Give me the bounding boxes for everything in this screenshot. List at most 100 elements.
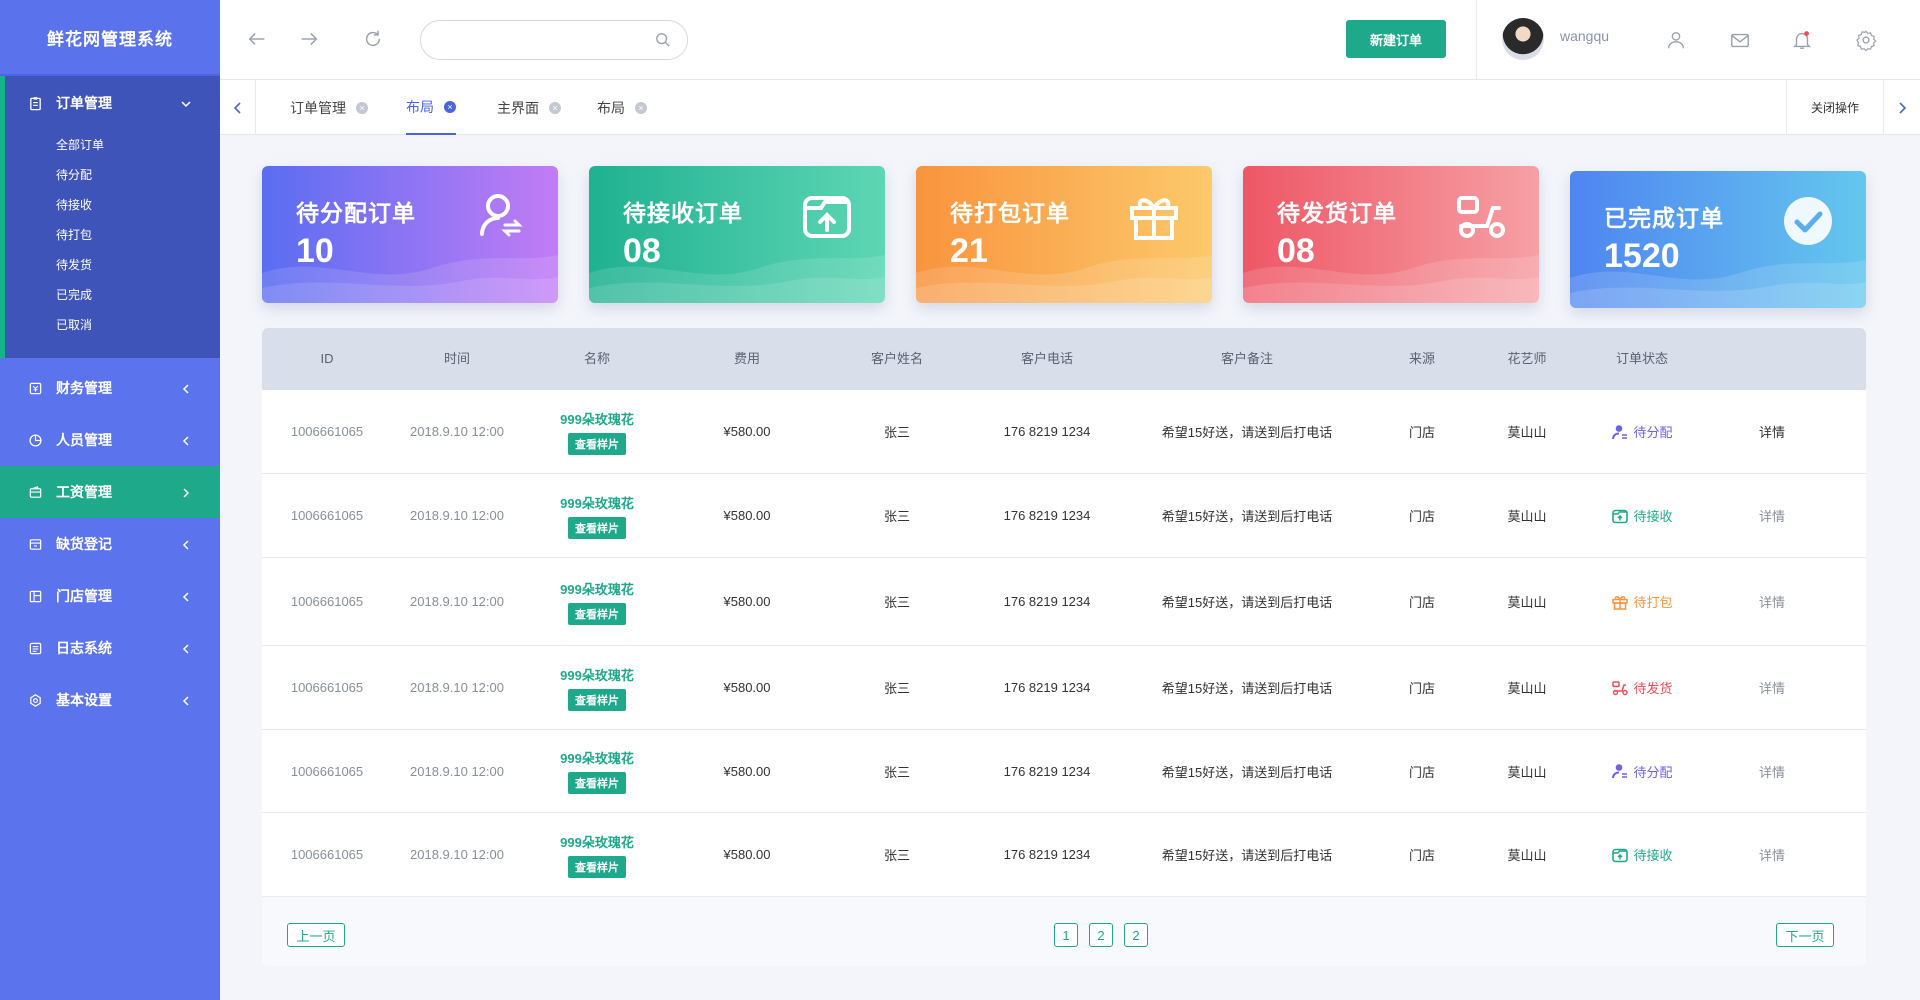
- cell-name: 999朵玫瑰花 查看样片: [522, 730, 672, 812]
- sidebar-subitem-completed[interactable]: 已完成: [5, 280, 220, 310]
- scooter-icon: [1457, 196, 1505, 238]
- stat-card-pending-pack[interactable]: 待打包订单 21: [916, 166, 1212, 303]
- forward-arrow-icon[interactable]: [296, 26, 322, 52]
- tab-label: 主界面: [497, 99, 539, 116]
- clipboard-icon: [26, 94, 44, 112]
- user-assign-icon: [1612, 764, 1628, 779]
- close-icon[interactable]: ×: [356, 101, 368, 114]
- tab-order-management[interactable]: 订单管理 ×: [290, 80, 368, 135]
- header-status: 订单状态: [1615, 351, 1668, 366]
- cell-detail: 详情: [1722, 390, 1822, 473]
- detail-link[interactable]: 详情: [1759, 592, 1785, 611]
- close-icon[interactable]: ×: [549, 101, 561, 114]
- view-sample-button[interactable]: 查看样片: [568, 688, 626, 711]
- avatar[interactable]: [1502, 18, 1544, 60]
- tab-main-view[interactable]: 主界面 ×: [497, 80, 561, 135]
- sidebar-item-label: 缺货登记: [56, 536, 112, 552]
- close-operations-button[interactable]: 关闭操作: [1786, 80, 1884, 135]
- cell-id: 1006661065: [290, 763, 364, 779]
- sidebar-item-label: 人员管理: [56, 432, 112, 448]
- page-button-3[interactable]: 2: [1124, 923, 1148, 947]
- sidebar-subitem-pending-receive[interactable]: 待接收: [5, 190, 220, 220]
- cell-time: 2018.9.10 12:00: [410, 763, 504, 779]
- status-text: 待发货: [1633, 681, 1673, 696]
- tab-label: 订单管理: [290, 99, 346, 116]
- sidebar-submenu-orders: 全部订单 待分配 待接收 待打包 待发货 已完成 已取消: [5, 130, 220, 358]
- search-icon[interactable]: [655, 32, 673, 50]
- tab-scroll-left-icon[interactable]: [220, 80, 256, 135]
- chevron-left-icon: [180, 382, 192, 394]
- header-note: 客户备注: [1220, 351, 1273, 366]
- prev-page-button[interactable]: 上一页: [287, 923, 345, 947]
- next-page-button[interactable]: 下一页: [1776, 923, 1834, 947]
- view-sample-button[interactable]: 查看样片: [568, 432, 626, 455]
- tab-layout-active[interactable]: 布局 ×: [406, 80, 456, 135]
- cell-customer: 张三: [883, 509, 910, 524]
- user-icon[interactable]: [1664, 28, 1688, 52]
- sidebar-item-salary[interactable]: 工资管理: [0, 466, 220, 518]
- cell-time: 2018.9.10 12:00: [410, 594, 504, 609]
- stat-card-pending-assign[interactable]: 待分配订单 10: [262, 166, 558, 303]
- status-badge: 待打包: [1611, 592, 1673, 611]
- detail-link[interactable]: 详情: [1759, 506, 1785, 525]
- sidebar-item-label: 基本设置: [56, 692, 112, 708]
- cell-name: 999朵玫瑰花 查看样片: [522, 646, 672, 729]
- tab-scroll-right-icon[interactable]: [1884, 80, 1920, 135]
- sidebar-subitem-pending-ship[interactable]: 待发货: [5, 250, 220, 280]
- divider: [1476, 0, 1477, 80]
- username[interactable]: wangqu: [1560, 28, 1609, 44]
- sidebar-item-settings[interactable]: 基本设置: [0, 674, 220, 726]
- sidebar-item-stockout[interactable]: 缺货登记: [0, 518, 220, 570]
- detail-link[interactable]: 详情: [1759, 845, 1785, 864]
- mail-icon[interactable]: [1728, 28, 1752, 52]
- view-sample-button[interactable]: 查看样片: [568, 772, 626, 794]
- chevron-left-icon: [180, 434, 192, 446]
- stat-card-completed[interactable]: 已完成订单 1520: [1570, 171, 1866, 308]
- view-sample-button[interactable]: 查看样片: [568, 855, 626, 878]
- cell-id: 1006661065: [290, 680, 364, 695]
- sidebar-item-finance[interactable]: 财务管理: [0, 362, 220, 414]
- header-florist: 花艺师: [1507, 351, 1547, 366]
- close-icon[interactable]: ×: [444, 100, 456, 113]
- cell-status: 待接收: [1582, 813, 1702, 896]
- cell-time: 2018.9.10 12:00: [410, 847, 504, 862]
- cell-fee: ¥580.00: [723, 424, 771, 439]
- page-button-1[interactable]: 1: [1054, 923, 1078, 947]
- cell-status: 待打包: [1582, 558, 1702, 645]
- close-icon[interactable]: ×: [635, 101, 647, 114]
- stat-card-pending-ship[interactable]: 待发货订单 08: [1243, 166, 1539, 303]
- detail-link[interactable]: 详情: [1759, 422, 1785, 441]
- stat-card-pending-receive[interactable]: 待接收订单 08: [589, 166, 885, 303]
- scooter-icon: [1612, 680, 1629, 695]
- sidebar-item-order-management[interactable]: 订单管理: [5, 76, 220, 130]
- chevron-down-icon: [180, 97, 192, 109]
- card-value: 08: [1277, 232, 1315, 270]
- cell-customer: 张三: [883, 425, 910, 440]
- sidebar-item-personnel[interactable]: 人员管理: [0, 414, 220, 466]
- sidebar-subitem-pending-pack[interactable]: 待打包: [5, 220, 220, 250]
- sidebar-subitem-pending-assign[interactable]: 待分配: [5, 160, 220, 190]
- page-button-2[interactable]: 2: [1089, 923, 1113, 947]
- sidebar-subitem-cancelled[interactable]: 已取消: [5, 310, 220, 340]
- new-order-button[interactable]: 新建订单: [1346, 20, 1446, 58]
- detail-link[interactable]: 详情: [1759, 678, 1785, 697]
- refresh-icon[interactable]: [360, 26, 386, 52]
- sidebar-subitem-all-orders[interactable]: 全部订单: [5, 130, 220, 160]
- tab-bar: 订单管理 × 布局 × 主界面 × 布局 × 关闭操作: [220, 80, 1920, 135]
- view-sample-button[interactable]: 查看样片: [568, 516, 626, 539]
- tab-layout[interactable]: 布局 ×: [597, 80, 647, 135]
- gear-icon[interactable]: [1854, 28, 1878, 52]
- header-phone: 客户电话: [1020, 351, 1073, 366]
- table-row: 1006661065 2018.9.10 12:00 999朵玫瑰花 查看样片 ¥580…: [262, 558, 1866, 646]
- user-assign-icon: [1612, 424, 1628, 439]
- chevron-left-icon: [180, 642, 192, 654]
- detail-link[interactable]: 详情: [1759, 762, 1785, 781]
- back-arrow-icon[interactable]: [244, 26, 270, 52]
- status-badge: 待接收: [1611, 845, 1673, 864]
- sidebar-item-stores[interactable]: 门店管理: [0, 570, 220, 622]
- sidebar-item-logs[interactable]: 日志系统: [0, 622, 220, 674]
- status-badge: 待分配: [1611, 422, 1673, 441]
- bell-icon[interactable]: [1790, 28, 1814, 52]
- search-input[interactable]: [437, 31, 647, 51]
- view-sample-button[interactable]: 查看样片: [568, 602, 626, 625]
